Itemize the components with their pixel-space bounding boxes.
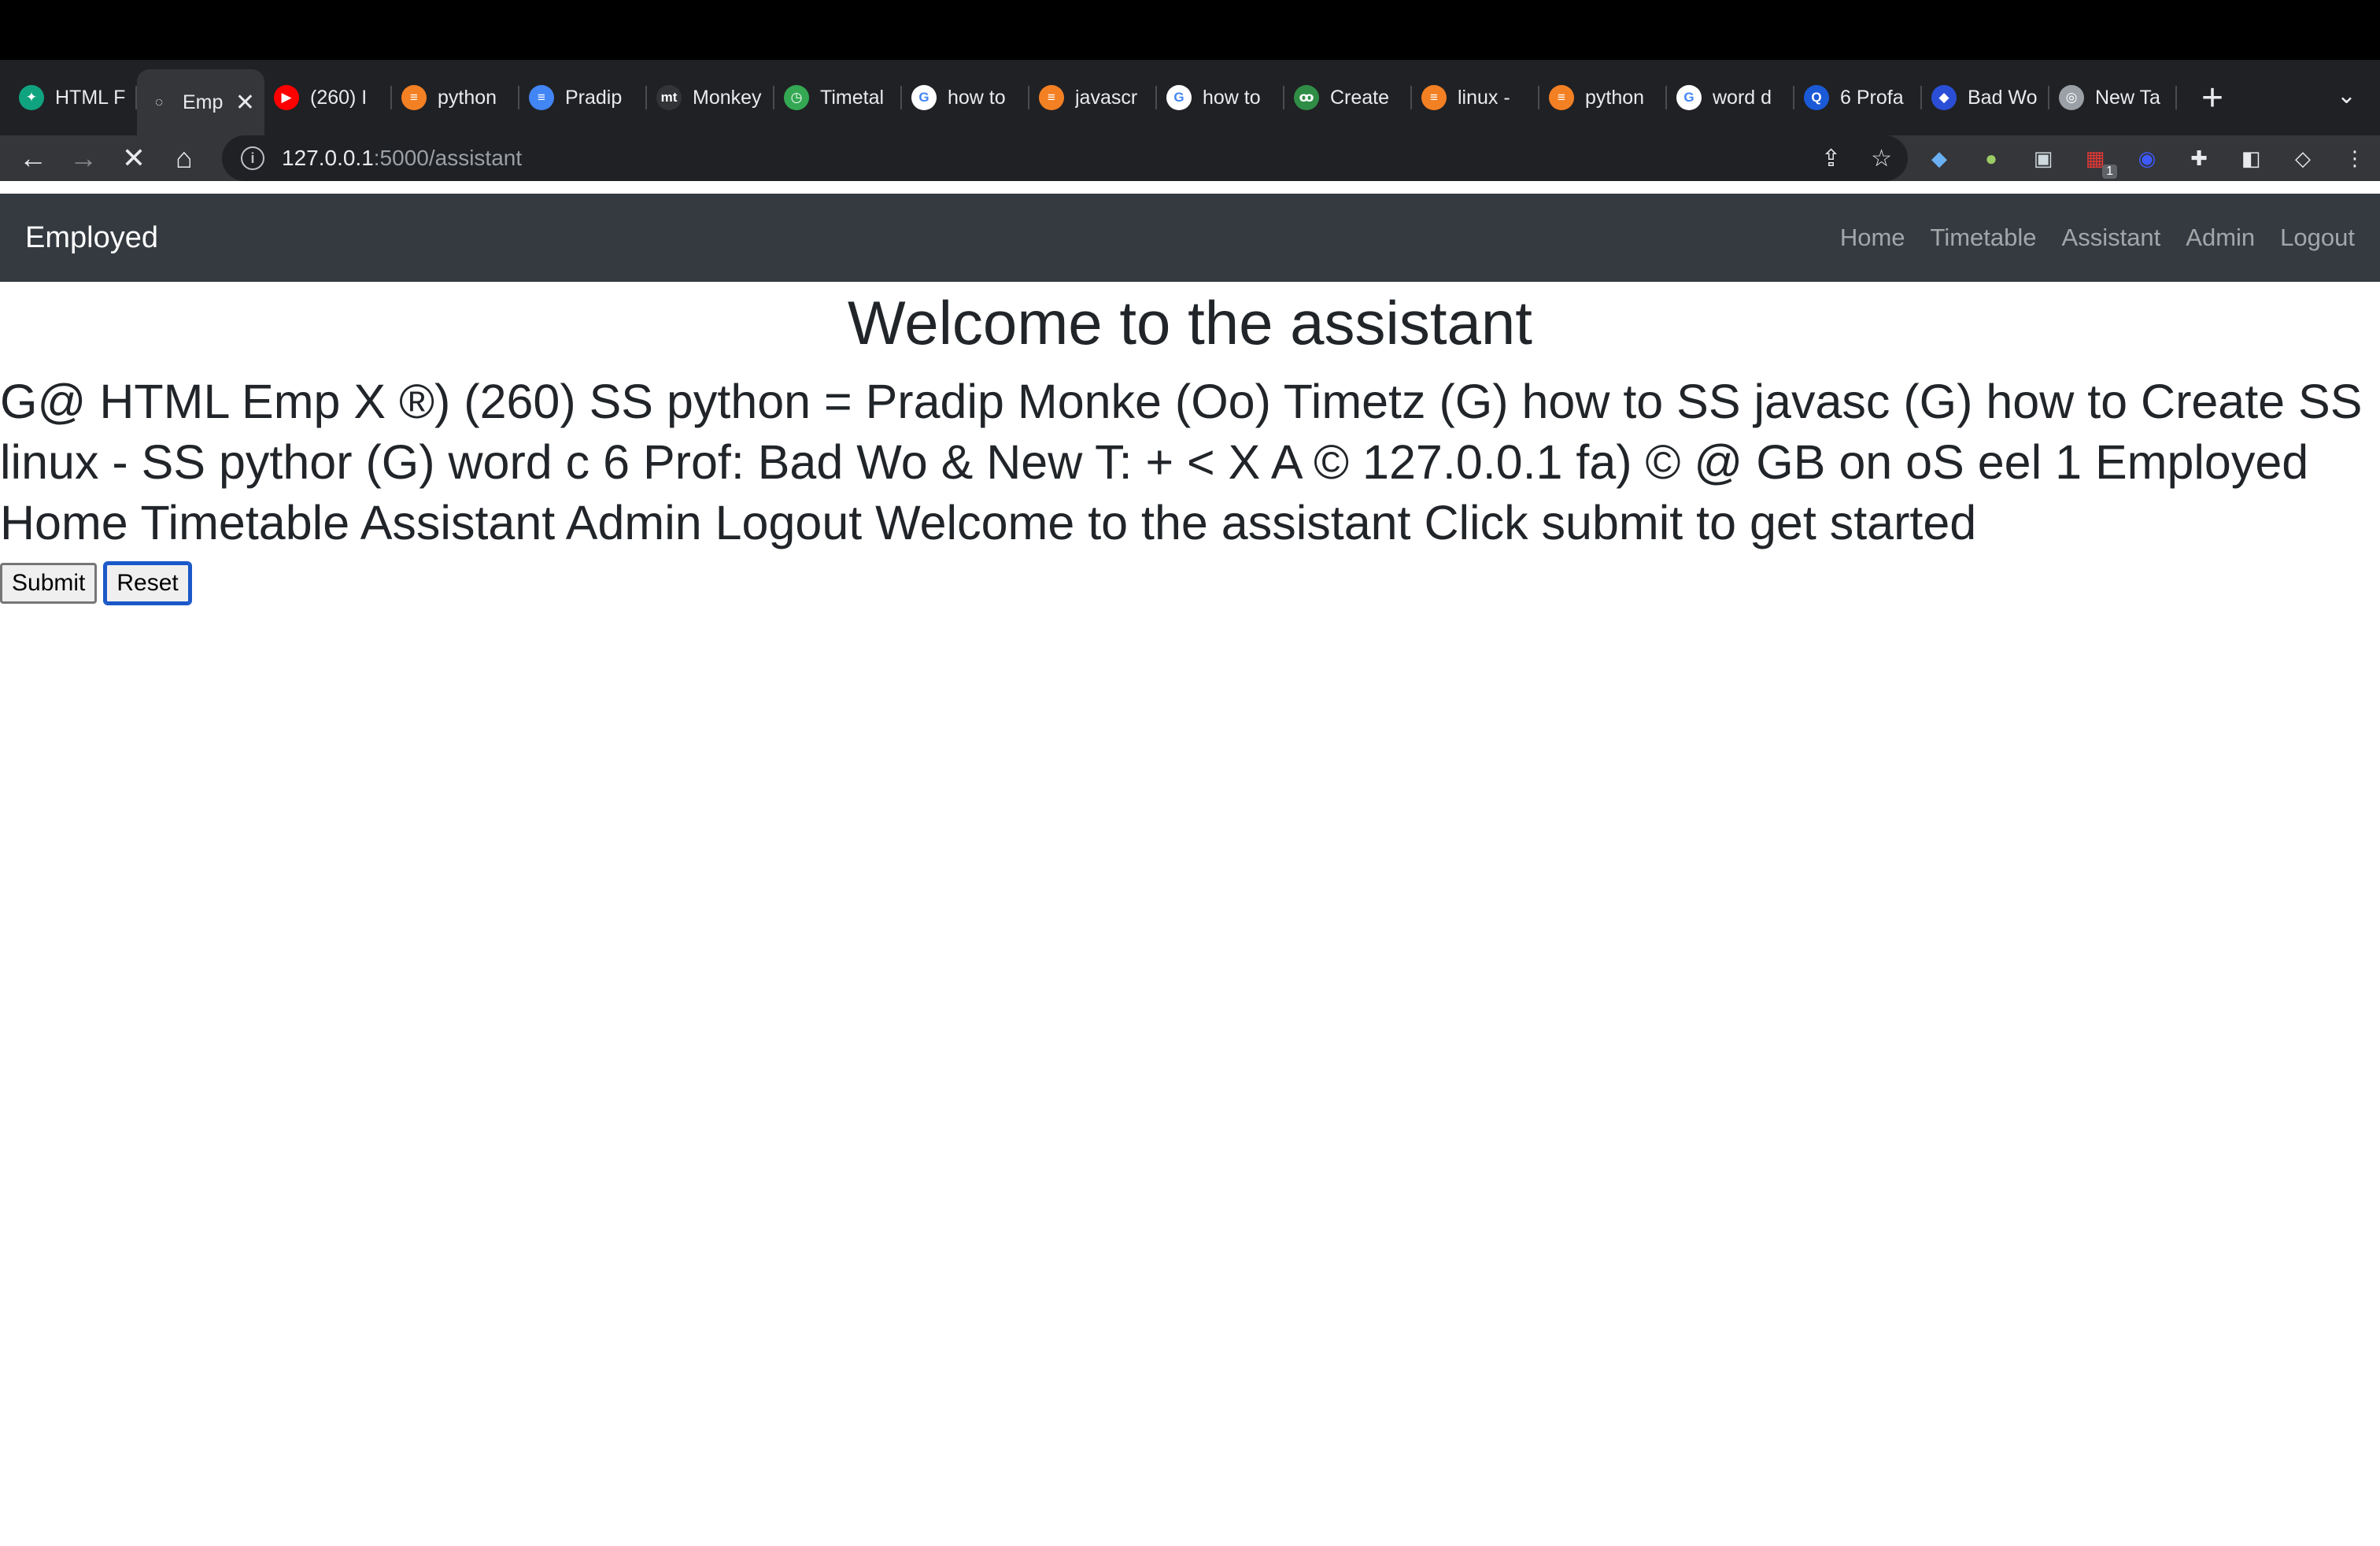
- browser-menu-icon[interactable]: ⋮: [2339, 142, 2371, 174]
- stop-loading-button[interactable]: ✕: [112, 136, 156, 180]
- extension-badge: 1: [2102, 165, 2117, 179]
- extension-circle-icon[interactable]: ◉: [2131, 142, 2163, 174]
- google-icon: G: [911, 85, 937, 110]
- browser-tab[interactable]: ≡ linux -: [1412, 68, 1539, 127]
- profile-avatar-icon[interactable]: ◇: [2287, 142, 2319, 174]
- browser-tab[interactable]: ◆ Bad Wo: [1922, 68, 2049, 127]
- tab-title: Create: [1330, 86, 1390, 109]
- tab-title: HTML F: [55, 86, 126, 109]
- nav-link-admin[interactable]: Admin: [2186, 224, 2255, 252]
- address-bar[interactable]: i 127.0.0.1:5000/assistant ⇪ ☆: [222, 135, 1908, 181]
- nav-link-assistant[interactable]: Assistant: [2062, 224, 2161, 252]
- browser-tab[interactable]: ◌ Emp ✕: [137, 69, 264, 135]
- browser-tab[interactable]: ≡ Pradip: [519, 68, 647, 127]
- browser-tab[interactable]: Q 6 Profa: [1794, 68, 1922, 127]
- tab-title: Bad Wo: [1968, 86, 2038, 109]
- browser-toolbar: ← → ✕ ⌂ i 127.0.0.1:5000/assistant ⇪ ☆ ◆…: [0, 135, 2380, 181]
- geeksforgeeks-icon: ꝏ: [1294, 85, 1319, 110]
- nav-link-timetable[interactable]: Timetable: [1931, 224, 2037, 252]
- tab-title: Emp: [183, 91, 224, 113]
- form-buttons: Submit Reset: [0, 560, 2380, 605]
- extension-save-icon[interactable]: ▣: [2027, 142, 2059, 174]
- browser-tab[interactable]: Gword d: [1667, 68, 1794, 127]
- tab-title: 6 Profa: [1840, 86, 1904, 109]
- reset-button[interactable]: Reset: [103, 560, 192, 605]
- forward-button[interactable]: →: [61, 136, 105, 180]
- tab-title: Timetal: [820, 86, 885, 109]
- window-top-bar: [0, 0, 2380, 60]
- tab-title: how to: [1203, 86, 1261, 109]
- stackoverflow-icon: ≡: [1421, 85, 1447, 110]
- browser-tab[interactable]: ▶ (260) I: [264, 68, 392, 127]
- nav-link-home[interactable]: Home: [1840, 224, 1905, 252]
- tab-title: Pradip: [565, 86, 623, 109]
- browser-tab[interactable]: mt Monkey: [647, 68, 774, 127]
- submit-button[interactable]: Submit: [0, 562, 98, 604]
- home-button[interactable]: ⌂: [162, 136, 206, 180]
- profanity-icon: Q: [1804, 85, 1829, 110]
- extension-diamond-icon[interactable]: ◆: [1924, 142, 1955, 174]
- tab-title: python: [1585, 86, 1645, 109]
- timetable-icon: ◷: [784, 85, 809, 110]
- tab-title: how to: [948, 86, 1006, 109]
- youtube-icon: ▶: [274, 85, 299, 110]
- nav-link-logout[interactable]: Logout: [2280, 224, 2355, 252]
- app-navbar: Employed Home Timetable Assistant Admin …: [0, 194, 2380, 282]
- google-icon: G: [1166, 85, 1192, 110]
- brand-logo[interactable]: Employed: [25, 221, 158, 255]
- extension-calendar-icon[interactable]: ▦ 1: [2079, 142, 2117, 179]
- stackoverflow-icon: ≡: [1039, 85, 1064, 110]
- tab-title: New Ta: [2095, 86, 2160, 109]
- tab-title: Monkey: [693, 86, 762, 109]
- extensions-puzzle-icon[interactable]: ✚: [2183, 142, 2215, 174]
- side-panel-icon[interactable]: ◧: [2235, 142, 2267, 174]
- share-icon[interactable]: ⇪: [1821, 145, 1841, 172]
- page-title: Welcome to the assistant: [848, 288, 1532, 357]
- stackoverflow-icon: ≡: [401, 85, 427, 110]
- tab-strip: ✦ HTML F ◌ Emp ✕ ▶ (260) I ≡ python ≡ Pradip mt Monk…: [0, 60, 2380, 135]
- loading-icon: ◌: [146, 90, 172, 115]
- stackoverflow-icon: ≡: [1549, 85, 1574, 110]
- url-host: 127.0.0.1: [282, 146, 374, 170]
- tab-title: python: [438, 86, 497, 109]
- tab-title: linux -: [1458, 86, 1510, 109]
- close-tab-icon[interactable]: ✕: [235, 89, 255, 117]
- tab-search-chevron-icon[interactable]: ⌄: [2337, 82, 2356, 109]
- browser-tab[interactable]: Ghow to: [1157, 68, 1284, 127]
- assistant-output-text: G@ HTML Emp X ®) (260) SS python = Pradi…: [0, 374, 2363, 549]
- bookmark-star-icon[interactable]: ☆: [1871, 145, 1892, 172]
- extensions-bar: ◆ ● ▣ ▦ 1 ◉ ✚ ◧ ◇ ⋮: [1924, 135, 2371, 181]
- browser-tab[interactable]: ◷ Timetal: [774, 68, 902, 127]
- back-button[interactable]: ←: [11, 136, 55, 180]
- extension-earth-icon[interactable]: ●: [1975, 142, 2007, 174]
- browser-tab[interactable]: Ghow to: [902, 68, 1029, 127]
- chatgpt-icon: ✦: [19, 85, 44, 110]
- new-tab-button[interactable]: +: [2186, 72, 2238, 124]
- google-icon: G: [1676, 85, 1702, 110]
- nav-links: Home Timetable Assistant Admin Logout: [1840, 224, 2355, 252]
- browser-tab[interactable]: ꝏ Create: [1284, 68, 1412, 127]
- tab-title: javascr: [1075, 86, 1138, 109]
- badwords-icon: ◆: [1931, 85, 1957, 110]
- site-info-icon[interactable]: i: [241, 146, 264, 170]
- browser-tab[interactable]: ≡ javascr: [1029, 68, 1157, 127]
- url-path: :5000/assistant: [373, 146, 523, 170]
- browser-tab[interactable]: ≡ python: [392, 68, 519, 127]
- google-docs-icon: ≡: [529, 85, 554, 110]
- tab-title: (260) I: [310, 86, 368, 109]
- tab-title: word d: [1713, 86, 1772, 109]
- monkeytype-icon: mt: [656, 85, 682, 110]
- browser-tab[interactable]: ≡ python: [1539, 68, 1667, 127]
- chrome-icon: ◎: [2059, 85, 2084, 110]
- browser-tab[interactable]: ✦ HTML F: [9, 68, 137, 127]
- browser-tab[interactable]: ◎ New Ta: [2049, 68, 2177, 127]
